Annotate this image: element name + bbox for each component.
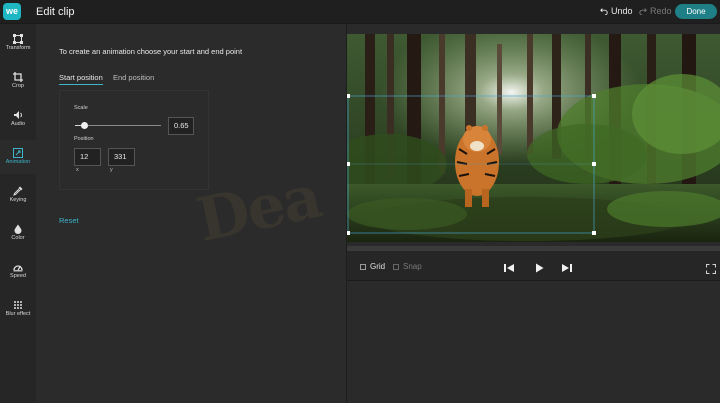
skip-back-icon <box>504 264 514 272</box>
instruction-text: To create an animation choose your start… <box>59 47 243 56</box>
blur-grid-icon <box>14 301 22 309</box>
page-title: Edit clip <box>36 6 75 18</box>
grid-checkbox[interactable] <box>360 264 366 270</box>
snap-checkbox[interactable] <box>393 264 399 270</box>
done-button[interactable]: Done <box>675 4 717 19</box>
undo-button[interactable]: Undo <box>600 6 633 16</box>
app-logo: we <box>3 3 21 20</box>
drop-icon <box>14 224 22 234</box>
rail-item-audio[interactable]: Audio <box>0 102 36 136</box>
redo-button[interactable]: Redo <box>639 6 672 16</box>
video-preview[interactable] <box>347 34 720 242</box>
fullscreen-button[interactable] <box>705 261 717 275</box>
animation-icon <box>13 148 23 158</box>
skip-back-button[interactable] <box>503 261 515 273</box>
grid-label: Grid <box>370 262 386 271</box>
position-x-input[interactable]: 12 <box>74 148 101 166</box>
scale-input[interactable]: 0.65 <box>168 117 194 135</box>
speedometer-icon <box>13 265 23 272</box>
rail-label: Crop <box>12 83 24 89</box>
tab-end-position[interactable]: End position <box>113 73 154 82</box>
snap-label: Snap <box>403 262 422 271</box>
rail-label: Transform <box>5 45 31 51</box>
tab-start-position[interactable]: Start position <box>59 73 103 85</box>
rail-label: Speed <box>10 273 26 279</box>
undo-label: Undo <box>611 6 633 16</box>
skip-forward-icon <box>562 264 572 272</box>
rail-label: Keying <box>9 197 27 203</box>
redo-icon <box>639 8 647 15</box>
rail-item-color[interactable]: Color <box>0 216 36 250</box>
rail-label: Animation <box>5 159 31 165</box>
transform-icon <box>13 34 23 44</box>
play-button[interactable] <box>533 261 545 273</box>
reset-link[interactable]: Reset <box>59 216 79 225</box>
fullscreen-icon <box>705 263 717 275</box>
top-bar: we Edit clip Undo Redo Done <box>0 0 720 24</box>
speaker-icon <box>14 111 22 119</box>
watermark: Dea <box>191 161 327 257</box>
tool-rail: Transform Crop Audio Animation Keying Co… <box>0 24 36 403</box>
animation-panel: Dea To create an animation choose your s… <box>37 24 346 403</box>
rail-item-animation[interactable]: Animation <box>0 140 36 174</box>
rail-label: Color <box>11 235 25 241</box>
rail-item-transform[interactable]: Transform <box>0 26 36 60</box>
y-axis-label: y <box>110 167 113 173</box>
eyedropper-icon <box>13 186 23 196</box>
scale-slider-handle[interactable] <box>81 122 88 129</box>
rail-item-speed[interactable]: Speed <box>0 254 36 288</box>
redo-label: Redo <box>650 6 672 16</box>
rail-item-blur-effect[interactable]: Blur effect <box>0 292 36 326</box>
x-axis-label: x <box>76 167 79 173</box>
forest-tiger-image <box>347 34 720 242</box>
position-label: Position <box>74 136 94 142</box>
undo-icon <box>600 8 608 15</box>
skip-forward-button[interactable] <box>561 261 573 273</box>
play-icon <box>536 263 544 273</box>
rail-label: Blur effect <box>5 311 31 317</box>
rail-item-crop[interactable]: Crop <box>0 64 36 98</box>
crop-icon <box>13 72 23 82</box>
rail-item-keying[interactable]: Keying <box>0 178 36 212</box>
rail-label: Audio <box>10 121 26 127</box>
position-y-input[interactable]: 331 <box>108 148 135 166</box>
scale-label: Scale <box>74 105 88 111</box>
